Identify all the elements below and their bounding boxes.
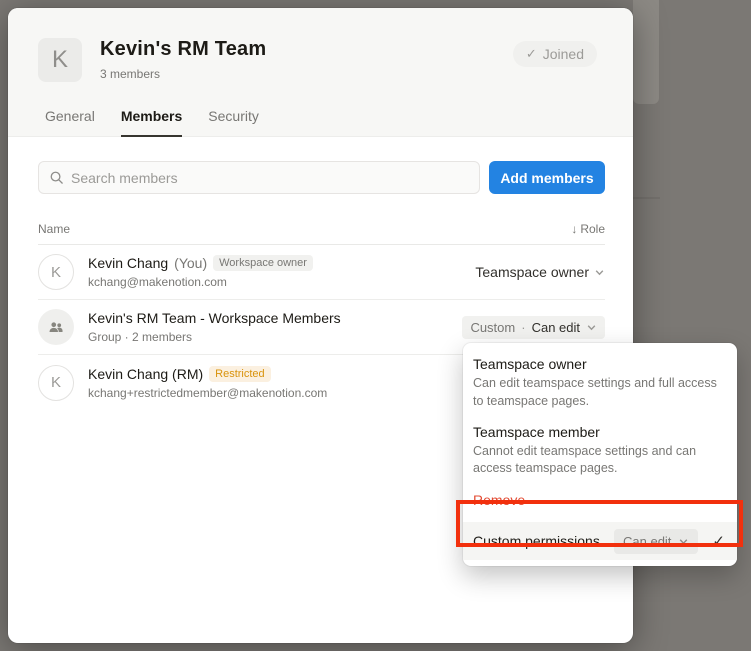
- group-name: Kevin's RM Team - Workspace Members: [88, 310, 341, 326]
- member-avatar: K: [38, 254, 74, 290]
- member-name: Kevin Chang (RM): [88, 366, 203, 382]
- role-pill-prefix: Custom: [470, 320, 515, 335]
- can-edit-select[interactable]: Can edit: [614, 529, 698, 554]
- group-avatar: [38, 309, 74, 345]
- menu-item-title: Teamspace owner: [473, 356, 721, 372]
- teamspace-avatar: K: [38, 38, 82, 82]
- tab-bar: General Members Security: [38, 82, 597, 136]
- modal-header: K Kevin's RM Team 3 members ✓ Joined Gen…: [8, 8, 633, 137]
- add-members-button[interactable]: Add members: [489, 161, 605, 194]
- search-members-box[interactable]: [38, 161, 480, 194]
- background-divider-fragment: [633, 197, 660, 199]
- can-edit-value: Can edit: [623, 534, 671, 549]
- member-you-suffix: (You): [174, 255, 207, 271]
- chevron-down-icon: [594, 267, 605, 278]
- menu-item-remove[interactable]: Remove: [463, 488, 737, 512]
- member-name: Kevin Chang: [88, 255, 168, 271]
- member-row-kevin-chang: K Kevin Chang (You) Workspace owner kcha…: [38, 245, 605, 300]
- name-column-header: Name: [38, 222, 70, 236]
- menu-item-description: Can edit teamspace settings and full acc…: [473, 375, 721, 411]
- menu-item-teamspace-member[interactable]: Teamspace member Cannot edit teamspace s…: [463, 421, 737, 482]
- member-email: kchang@makenotion.com: [88, 275, 475, 289]
- joined-badge-label: Joined: [543, 46, 584, 62]
- chevron-down-icon: [678, 536, 689, 547]
- role-column-label: Role: [580, 222, 605, 236]
- workspace-owner-badge: Workspace owner: [213, 255, 313, 271]
- custom-permissions-label: Custom permissions: [473, 533, 614, 549]
- teamspace-title: Kevin's RM Team: [100, 38, 513, 61]
- people-icon: [47, 318, 65, 336]
- search-members-input[interactable]: [71, 170, 469, 186]
- member-avatar: K: [38, 365, 74, 401]
- role-pill-separator: ·: [521, 320, 525, 335]
- role-select-teamspace-owner[interactable]: Teamspace owner: [475, 264, 605, 280]
- tab-members[interactable]: Members: [121, 108, 182, 137]
- tab-security[interactable]: Security: [208, 108, 259, 137]
- menu-item-teamspace-owner[interactable]: Teamspace owner Can edit teamspace setti…: [463, 353, 737, 414]
- group-subtitle: Group · 2 members: [88, 330, 462, 344]
- role-select-custom-can-edit[interactable]: Custom · Can edit: [462, 316, 605, 339]
- role-dropdown-menu: Teamspace owner Can edit teamspace setti…: [463, 343, 737, 566]
- teamspace-member-count: 3 members: [100, 67, 513, 81]
- role-column-header[interactable]: ↓ Role: [571, 222, 605, 236]
- role-pill-value: Can edit: [532, 320, 580, 335]
- background-panel-fragment: [633, 0, 659, 104]
- member-table-header: Name ↓ Role: [38, 222, 605, 245]
- menu-item-title: Teamspace member: [473, 424, 721, 440]
- check-icon: ✓: [526, 46, 537, 62]
- chevron-down-icon: [586, 322, 597, 333]
- selected-check-icon: ✓: [712, 532, 725, 550]
- tab-general[interactable]: General: [45, 108, 95, 137]
- joined-badge[interactable]: ✓ Joined: [513, 41, 597, 67]
- menu-item-custom-permissions[interactable]: Custom permissions Can edit ✓: [463, 522, 737, 560]
- sort-down-arrow-icon: ↓: [571, 222, 577, 236]
- search-icon: [49, 170, 64, 185]
- role-value: Teamspace owner: [475, 264, 589, 280]
- restricted-badge: Restricted: [209, 366, 271, 382]
- menu-item-description: Cannot edit teamspace settings and can a…: [473, 443, 721, 479]
